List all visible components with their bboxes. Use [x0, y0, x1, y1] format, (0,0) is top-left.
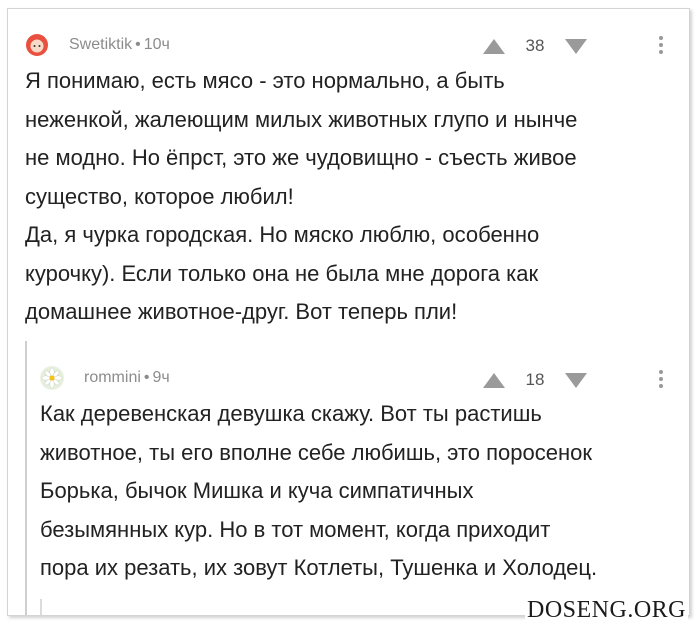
comment-line: пора их резать, их зовут Котлеты, Тушенк…: [40, 555, 598, 580]
comment-line: домашнее животное-друг. Вот теперь пли!: [25, 299, 458, 324]
comment-line: животное, ты его вполне себе любишь, это…: [40, 439, 592, 465]
downvote-arrow-icon[interactable]: [565, 372, 587, 388]
comment-meta: rommini • 9ч: [84, 369, 170, 387]
meta-separator: •: [143, 369, 150, 386]
user-avatar-icon[interactable]: [40, 366, 64, 390]
comment-line: существо, которое любил!: [25, 183, 294, 209]
comment-header: Swetiktik • 10ч: [25, 33, 170, 57]
more-options-icon[interactable]: [659, 370, 663, 391]
username-link[interactable]: rommini: [84, 369, 141, 386]
comment-line: не модно. Но ёпрст, это же чудовищно - с…: [25, 145, 577, 170]
vote-controls: 18: [483, 370, 587, 390]
reply-body: Как деревенская девушка скажу. Вот ты ра…: [40, 395, 597, 588]
comment-line: курочку). Если только она не была мне до…: [25, 260, 539, 286]
comment-score: 18: [525, 370, 545, 389]
comment-line: Как деревенская девушка скажу. Вот ты ра…: [40, 401, 542, 426]
comment-meta: Swetiktik • 10ч: [69, 36, 170, 54]
reply-header: rommini • 9ч: [40, 366, 170, 390]
comment-card: Swetiktik • 10ч 38 Я понимаю, есть мясо - …: [7, 8, 690, 616]
comment-line: Я понимаю, есть мясо - это нормально, а …: [25, 68, 505, 93]
comment-body: Я понимаю, есть мясо - это нормально, а …: [25, 62, 577, 332]
upvote-arrow-icon[interactable]: [483, 372, 505, 388]
comment-time: 10ч: [143, 36, 170, 53]
comment-line: безымянных кур. Но в тот момент, когда п…: [40, 516, 551, 542]
comment-line: неженкой, жалеющим милых животных глупо …: [25, 106, 578, 132]
meta-separator: •: [135, 36, 141, 53]
nested-thread-line[interactable]: [40, 599, 42, 615]
username-link[interactable]: Swetiktik: [69, 36, 132, 53]
site-watermark: DOSENG.ORG: [524, 597, 688, 624]
user-avatar-icon[interactable]: [25, 33, 49, 57]
more-options-icon[interactable]: [659, 36, 663, 57]
reply-thread-line[interactable]: [25, 341, 27, 615]
downvote-arrow-icon[interactable]: [565, 38, 587, 54]
comment-score: 38: [525, 36, 545, 55]
comment-line: Борька, бычок Мишка и куча симпатичных: [40, 478, 474, 503]
comment-line: Да, я чурка городская. Но мяско люблю, о…: [25, 222, 540, 247]
comment-time: 9ч: [152, 369, 170, 386]
vote-controls: 38: [483, 36, 587, 56]
upvote-arrow-icon[interactable]: [483, 38, 505, 54]
